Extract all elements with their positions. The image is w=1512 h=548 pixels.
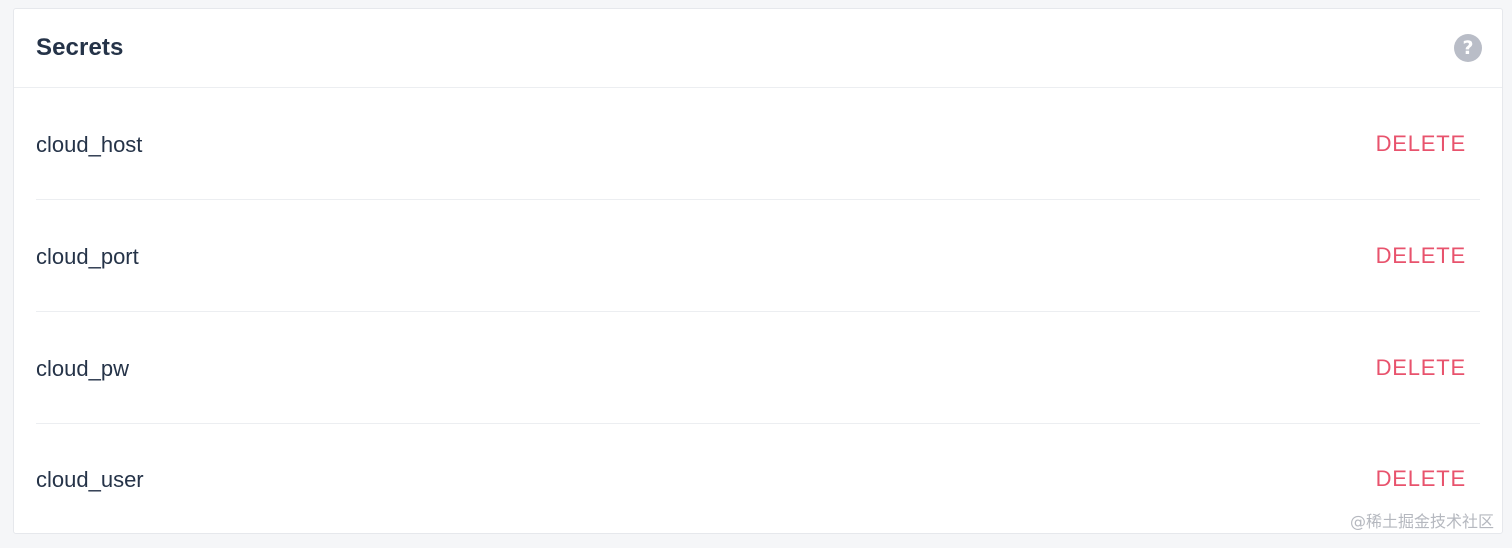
delete-button[interactable]: DELETE [1376, 131, 1480, 157]
delete-button[interactable]: DELETE [1376, 355, 1480, 381]
secret-name: cloud_port [36, 243, 139, 269]
list-item: cloud_pw DELETE [36, 312, 1480, 424]
secret-name: cloud_pw [36, 355, 129, 381]
question-circle-icon[interactable]: ? [1454, 34, 1482, 62]
secret-list: cloud_host DELETE cloud_port DELETE clou… [14, 88, 1502, 534]
secret-name: cloud_host [36, 131, 143, 157]
list-item: cloud_user DELETE [36, 424, 1480, 534]
secret-name: cloud_user [36, 467, 144, 492]
delete-button[interactable]: DELETE [1376, 466, 1480, 492]
list-item: cloud_port DELETE [36, 200, 1480, 312]
list-item: cloud_host DELETE [36, 88, 1480, 200]
delete-button[interactable]: DELETE [1376, 243, 1480, 269]
panel-title: Secrets [36, 34, 124, 61]
secrets-panel: Secrets ? cloud_host DELETE cloud_port D… [13, 8, 1503, 534]
panel-header: Secrets ? [14, 9, 1502, 88]
watermark: @稀土掘金技术社区 [1349, 512, 1494, 531]
